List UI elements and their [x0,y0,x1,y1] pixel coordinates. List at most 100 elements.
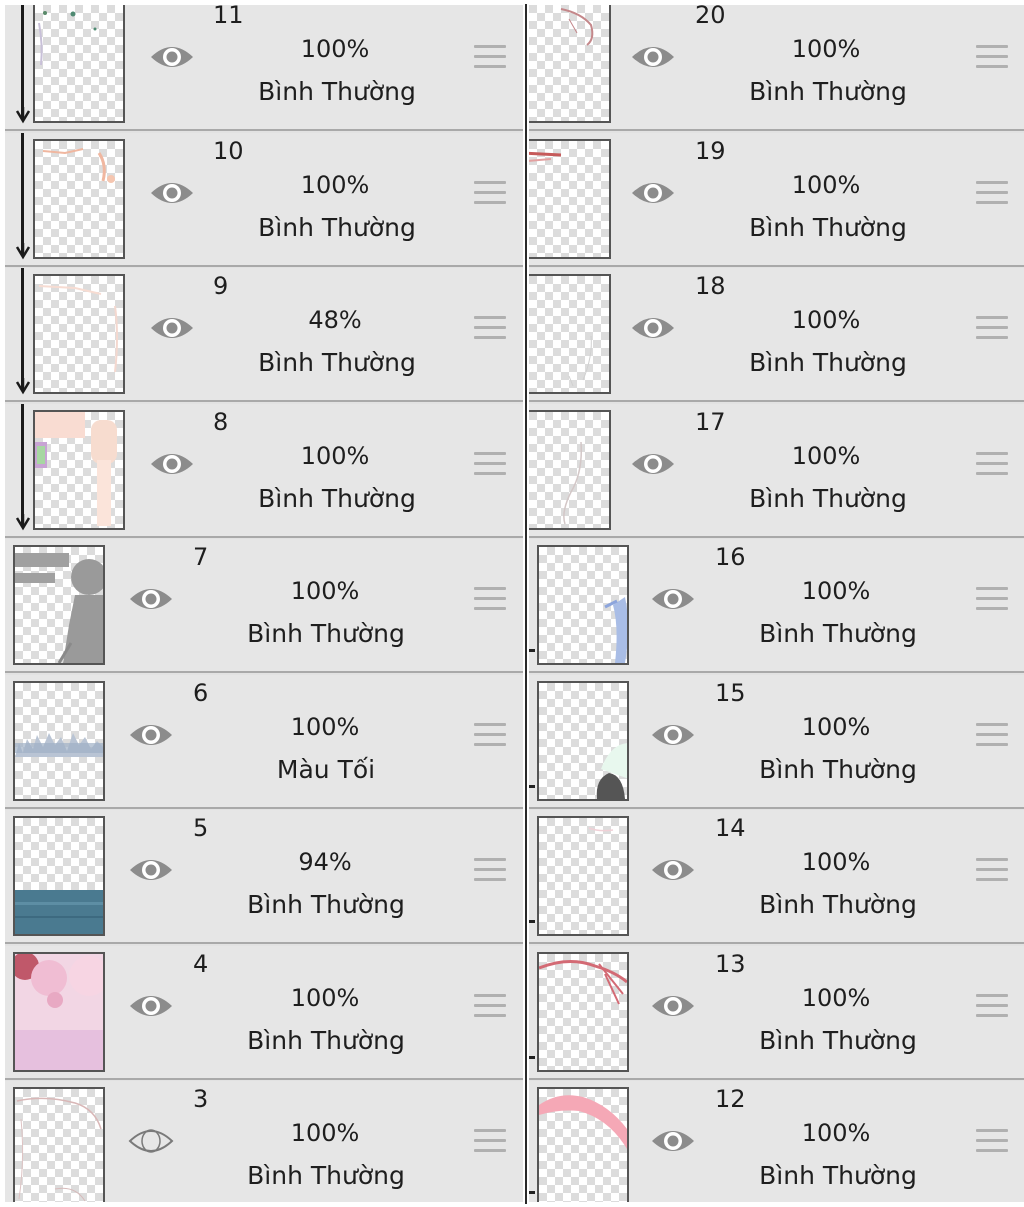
eye-icon[interactable] [629,444,677,484]
layer-blend-mode[interactable]: Bình Thường [237,484,437,513]
drag-handle-icon[interactable] [976,994,1008,1020]
layer-thumbnail[interactable] [13,1087,105,1202]
drag-handle-icon[interactable] [474,723,506,749]
drag-handle-icon[interactable] [976,587,1008,613]
layer-thumbnail[interactable] [537,545,629,665]
drag-handle-icon[interactable] [976,316,1008,342]
layer-row-4[interactable]: 4 100% Bình Thường [5,946,523,1080]
layer-thumbnail[interactable] [537,681,629,801]
layer-row-3[interactable]: 3 100% Bình Thường [5,1081,523,1202]
layer-blend-mode[interactable]: Bình Thường [237,213,437,242]
drag-handle-icon[interactable] [976,1129,1008,1155]
drag-handle-icon[interactable] [976,858,1008,884]
layer-number: 7 [193,543,209,571]
drag-handle-icon[interactable] [474,587,506,613]
layer-blend-mode[interactable]: Bình Thường [728,348,928,377]
eye-icon[interactable] [148,308,196,348]
layer-thumbnail[interactable] [529,410,611,530]
layer-blend-mode[interactable]: Bình Thường [226,1161,426,1190]
drag-handle-icon[interactable] [474,1129,506,1155]
eye-icon[interactable] [148,173,196,213]
layer-blend-mode[interactable]: Bình Thường [237,77,437,106]
eye-icon[interactable] [127,715,175,755]
layer-thumbnail[interactable] [13,681,105,801]
layer-row-11[interactable]: 11 100% Bình Thường [5,5,523,131]
eye-icon[interactable] [649,579,697,619]
layer-thumbnail[interactable] [33,410,125,530]
eye-icon[interactable] [629,37,677,77]
layer-opacity: 100% [300,171,370,199]
layer-row-16[interactable]: 16 100% Bình Thường [529,539,1024,673]
layer-thumbnail[interactable] [537,816,629,936]
layer-opacity: 100% [290,577,360,605]
layer-row-15[interactable]: 15 100% Bình Thường [529,675,1024,809]
layer-thumbnail[interactable] [529,139,611,259]
drag-handle-icon[interactable] [474,45,506,71]
layer-thumbnail[interactable] [537,1087,629,1202]
layer-row-8[interactable]: 8 100% Bình Thường [5,404,523,538]
layers-panel-left: 11 100% Bình Thường 10 100% Bình Thường 9 48% Bì… [5,5,523,1202]
layer-thumbnail[interactable] [537,952,629,1072]
layer-thumbnail[interactable] [33,5,125,123]
layer-thumbnail[interactable] [13,952,105,1072]
layer-row-19[interactable]: 19 100% Bình Thường [529,133,1024,267]
layer-number: 3 [193,1085,209,1113]
eye-icon[interactable] [127,850,175,890]
drag-handle-icon[interactable] [474,858,506,884]
drag-handle-icon[interactable] [976,181,1008,207]
eye-icon[interactable] [148,37,196,77]
eye-hidden-icon[interactable] [127,1121,175,1161]
eye-icon[interactable] [649,850,697,890]
eye-icon[interactable] [649,986,697,1026]
layer-row-12[interactable]: 12 100% Bình Thường [529,1081,1024,1202]
eye-icon[interactable] [148,444,196,484]
layer-blend-mode[interactable]: Bình Thường [738,619,938,648]
eye-icon[interactable] [649,1121,697,1161]
layer-row-7[interactable]: 7 100% Bình Thường [5,539,523,673]
eye-icon[interactable] [649,715,697,755]
layer-thumbnail[interactable] [33,274,125,394]
eye-icon[interactable] [127,986,175,1026]
drag-handle-icon[interactable] [474,316,506,342]
eye-icon[interactable] [629,173,677,213]
layer-blend-mode[interactable]: Bình Thường [226,1026,426,1055]
drag-handle-icon[interactable] [474,994,506,1020]
layers-panel-right: 20 100% Bình Thường 19 100% Bình Thường 18 100%… [529,5,1024,1202]
layer-thumbnail[interactable] [13,816,105,936]
eye-icon[interactable] [629,308,677,348]
layer-thumbnail[interactable] [529,5,611,123]
layer-row-6[interactable]: 6 100% Màu Tối [5,675,523,809]
layer-blend-mode[interactable]: Bình Thường [226,890,426,919]
drag-handle-icon[interactable] [976,45,1008,71]
layer-row-14[interactable]: 14 100% Bình Thường [529,810,1024,944]
layer-blend-mode[interactable]: Bình Thường [226,619,426,648]
clipping-line [21,133,24,253]
layer-row-17[interactable]: 17 100% Bình Thường [529,404,1024,538]
layer-blend-mode[interactable]: Bình Thường [728,213,928,242]
layer-blend-mode[interactable]: Màu Tối [226,755,426,784]
layer-blend-mode[interactable]: Bình Thường [728,484,928,513]
clipping-line [21,5,24,117]
layer-blend-mode[interactable]: Bình Thường [738,1026,938,1055]
clipping-line [21,404,24,524]
drag-handle-icon[interactable] [474,452,506,478]
layer-blend-mode[interactable]: Bình Thường [237,348,437,377]
drag-handle-icon[interactable] [976,452,1008,478]
drag-handle-icon[interactable] [474,181,506,207]
layer-blend-mode[interactable]: Bình Thường [738,1161,938,1190]
layer-row-5[interactable]: 5 94% Bình Thường [5,810,523,944]
layer-thumbnail[interactable] [529,274,611,394]
drag-handle-icon[interactable] [976,723,1008,749]
layer-thumbnail[interactable] [33,139,125,259]
layer-blend-mode[interactable]: Bình Thường [728,77,928,106]
clipping-arrow-icon [15,514,31,534]
layer-row-13[interactable]: 13 100% Bình Thường [529,946,1024,1080]
layer-row-18[interactable]: 18 100% Bình Thường [529,268,1024,402]
layer-row-10[interactable]: 10 100% Bình Thường [5,133,523,267]
layer-thumbnail[interactable] [13,545,105,665]
eye-icon[interactable] [127,579,175,619]
layer-row-20[interactable]: 20 100% Bình Thường [529,5,1024,131]
layer-row-9[interactable]: 9 48% Bình Thường [5,268,523,402]
layer-blend-mode[interactable]: Bình Thường [738,890,938,919]
layer-blend-mode[interactable]: Bình Thường [738,755,938,784]
